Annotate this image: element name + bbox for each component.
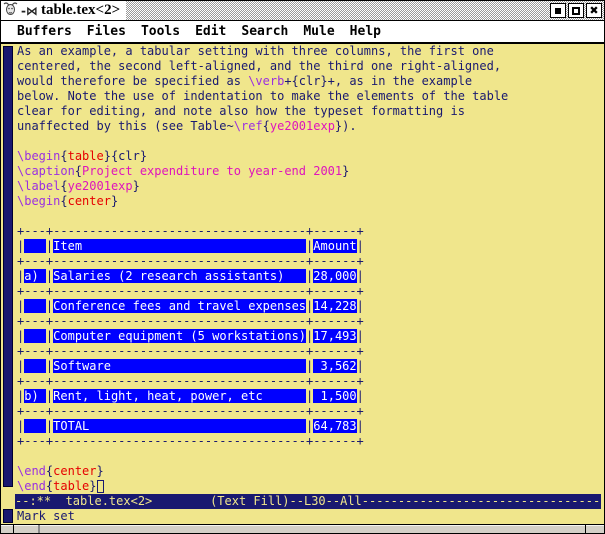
title-patch: -⋈ table.tex<2> <box>1 1 126 20</box>
buffer-line: +---+-----------------------------------… <box>17 224 604 239</box>
buffer-line: \begin{center} <box>17 194 604 209</box>
bottom-status-strip <box>1 524 604 533</box>
minibuffer-scrollbar-thumb <box>3 509 13 523</box>
minibuffer-scrollbar <box>1 509 15 524</box>
buffer-column: As an example, a tabular setting with th… <box>15 44 604 509</box>
buffer-line: would therefore be specified as \verb+{c… <box>17 74 604 89</box>
buffer-line <box>17 209 604 224</box>
buffer-line: \end{table} <box>17 479 604 494</box>
buffer-line: \caption{Project expenditure to year-end… <box>17 164 604 179</box>
title-icon-glyph: -⋈ <box>21 4 38 18</box>
buffer-line <box>17 134 604 149</box>
buffer-line: | |Software | 3,562| <box>17 359 604 374</box>
bottom-corner-box <box>1 525 14 533</box>
buffer-line: +---+-----------------------------------… <box>17 254 604 269</box>
buffer-line: \label{ye2001exp} <box>17 179 604 194</box>
close-button[interactable]: ✖ <box>586 3 602 18</box>
buffer-line: centered, the second left-aligned, and t… <box>17 59 604 74</box>
bottom-strip-divider <box>585 525 586 533</box>
text-buffer[interactable]: As an example, a tabular setting with th… <box>15 44 604 494</box>
menu-item-files[interactable]: Files <box>87 24 126 39</box>
emacs-gnu-icon <box>3 1 18 20</box>
menu-item-search[interactable]: Search <box>241 24 288 39</box>
titlebar-buttons: ✖ <box>550 3 602 18</box>
buffer-line: | |Computer equipment (5 workstations)|1… <box>17 329 604 344</box>
menu-item-buffers[interactable]: Buffers <box>17 24 72 39</box>
buffer-line: \begin{table}{clr} <box>17 149 604 164</box>
buffer-line: |b) |Rent, light, heat, power, etc | 1,5… <box>17 389 604 404</box>
minibuffer-row: Mark set <box>1 509 604 524</box>
maximize-button[interactable] <box>568 3 584 18</box>
buffer-line: below. Note the use of indentation to ma… <box>17 89 604 104</box>
close-icon: ✖ <box>589 5 598 16</box>
minimize-button[interactable] <box>550 3 566 18</box>
buffer-line: As an example, a tabular setting with th… <box>17 44 604 59</box>
buffer-line: +---+-----------------------------------… <box>17 434 604 449</box>
window-title: table.tex<2> <box>41 1 120 20</box>
menu-item-edit[interactable]: Edit <box>195 24 226 39</box>
menu-bar: Buffers Files Tools Edit Search Mule Help <box>1 21 604 44</box>
menu-item-tools[interactable]: Tools <box>141 24 180 39</box>
buffer-line: +---+-----------------------------------… <box>17 314 604 329</box>
menu-item-help[interactable]: Help <box>350 24 381 39</box>
buffer-line: +---+-----------------------------------… <box>17 284 604 299</box>
editor-area: As an example, a tabular setting with th… <box>1 44 604 509</box>
title-bar[interactable]: -⋈ table.tex<2> ✖ <box>1 1 604 21</box>
mode-line: --:** table.tex<2> (Text Fill)--L30--All… <box>15 494 601 509</box>
minibuffer-message[interactable]: Mark set <box>15 509 75 524</box>
buffer-line: | |Item |Amount| <box>17 239 604 254</box>
buffer-line: |a) |Salaries (2 research assistants) |2… <box>17 269 604 284</box>
emacs-window: -⋈ table.tex<2> ✖ Buffers Files Tools Edit S… <box>0 0 605 534</box>
left-scrollbar[interactable] <box>1 44 15 509</box>
buffer-line: | |TOTAL |64,783| <box>17 419 604 434</box>
buffer-line: clear for editing, and note also how the… <box>17 104 604 119</box>
buffer-line: | |Conference fees and travel expenses|1… <box>17 299 604 314</box>
bottom-strip-tick <box>38 525 40 533</box>
buffer-line: +---+-----------------------------------… <box>17 404 604 419</box>
minimize-icon <box>555 8 561 14</box>
text-cursor <box>97 480 104 493</box>
maximize-icon <box>572 7 580 15</box>
scrollbar-thumb[interactable] <box>3 46 13 487</box>
buffer-line: \end{center} <box>17 464 604 479</box>
buffer-line: +---+-----------------------------------… <box>17 344 604 359</box>
buffer-line <box>17 449 604 464</box>
buffer-line: +---+-----------------------------------… <box>17 374 604 389</box>
menu-item-mule[interactable]: Mule <box>303 24 334 39</box>
buffer-line: unaffected by this (see Table~\ref{ye200… <box>17 119 604 134</box>
